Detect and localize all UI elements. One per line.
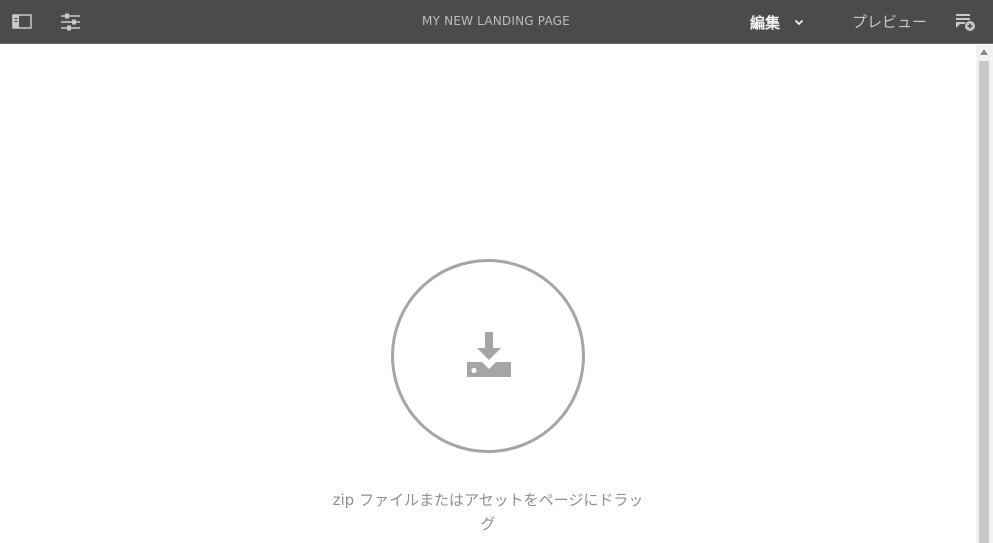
scroll-up-arrow-icon[interactable] xyxy=(980,49,988,55)
drop-instruction-text: zip ファイルまたはアセットをページにドラッグ xyxy=(332,491,644,533)
mode-dropdown[interactable]: 編集 xyxy=(750,9,804,35)
mode-label: 編集 xyxy=(750,13,781,32)
download-tray-icon xyxy=(467,332,511,377)
editor-toolbar: MY NEW LANDING PAGE 編集 プレビュー xyxy=(0,0,993,44)
side-panel-icon[interactable] xyxy=(12,11,34,33)
asset-drop-zone[interactable] xyxy=(391,259,585,453)
annotation-icon[interactable] xyxy=(955,11,977,33)
vertical-scrollbar[interactable] xyxy=(976,45,993,543)
sliders-icon[interactable] xyxy=(60,11,82,33)
chevron-down-icon xyxy=(794,19,804,26)
app-window: MY NEW LANDING PAGE 編集 プレビュー zip ファイルまたは… xyxy=(0,0,993,543)
scroll-thumb[interactable] xyxy=(979,61,989,543)
preview-button[interactable]: プレビュー xyxy=(852,9,927,35)
page-title: MY NEW LANDING PAGE xyxy=(422,14,570,28)
